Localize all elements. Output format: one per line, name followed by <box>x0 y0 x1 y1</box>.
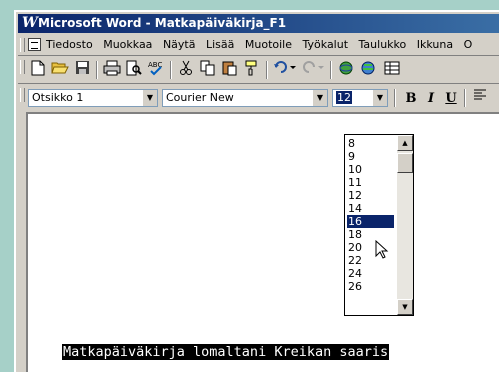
font-size-option[interactable]: 10 <box>347 163 394 176</box>
paste-icon[interactable] <box>220 60 240 80</box>
font-value: Courier New <box>166 91 234 104</box>
font-size-option[interactable]: 14 <box>347 202 394 215</box>
document-area[interactable]: Matkapäiväkirja lomaltani Kreikan saaris <box>26 112 499 372</box>
font-size-option[interactable]: 11 <box>347 176 394 189</box>
toolbar-grip[interactable] <box>20 60 25 74</box>
toolbar-separator <box>394 89 396 107</box>
menu-bar: Tiedosto Muokkaa Näytä Lisää Muotoile Ty… <box>18 35 499 56</box>
document-menu-icon[interactable] <box>28 38 41 51</box>
font-size-combobox[interactable]: 12 ▼ <box>332 89 388 107</box>
print-preview-icon[interactable] <box>124 60 144 80</box>
dropdown-scrollbar[interactable]: ▲ ▼ <box>397 135 413 315</box>
toolbar-separator <box>266 61 268 79</box>
font-size-option[interactable]: 12 <box>347 189 394 202</box>
menu-ikkuna[interactable]: Ikkuna <box>417 38 453 51</box>
font-size-dropdown-arrow-icon[interactable]: ▼ <box>373 90 387 106</box>
toolbar-separator <box>330 61 332 79</box>
font-dropdown-arrow-icon[interactable]: ▼ <box>313 90 327 106</box>
tables-borders-icon[interactable] <box>382 60 402 80</box>
word-app-icon[interactable]: W <box>22 15 38 31</box>
italic-button[interactable]: I <box>422 90 440 108</box>
font-size-option[interactable]: 8 <box>347 137 394 150</box>
menu-taulukko[interactable]: Taulukko <box>359 38 407 51</box>
mouse-cursor-icon <box>375 240 389 259</box>
save-icon[interactable] <box>72 60 92 80</box>
window-title: Microsoft Word - Matkapäiväkirja_F1 <box>38 16 287 30</box>
toolbar-separator <box>170 61 172 79</box>
word-window: W Microsoft Word - Matkapäiväkirja_F1 Ti… <box>14 10 499 372</box>
title-bar[interactable]: W Microsoft Word - Matkapäiväkirja_F1 <box>18 14 499 33</box>
scroll-down-icon[interactable]: ▼ <box>397 299 413 315</box>
align-left-icon[interactable] <box>470 88 490 108</box>
font-size-option[interactable]: 24 <box>347 267 394 280</box>
insert-hyperlink-icon[interactable] <box>336 60 356 80</box>
redo-icon[interactable] <box>300 60 326 80</box>
toolbar-separator <box>96 61 98 79</box>
menu-nayta[interactable]: Näytä <box>163 38 196 51</box>
font-size-option[interactable]: 26 <box>347 280 394 293</box>
menu-muokkaa[interactable]: Muokkaa <box>103 38 152 51</box>
font-size-dropdown-list[interactable]: 8 9 10 11 12 14 16 18 20 22 24 26 ▲ ▼ <box>344 134 414 316</box>
style-value: Otsikko 1 <box>32 91 84 104</box>
print-icon[interactable] <box>102 60 122 80</box>
menu-bar-grip[interactable] <box>20 38 25 52</box>
formatting-toolbar-grip[interactable] <box>20 88 25 102</box>
menu-muotoile[interactable]: Muotoile <box>245 38 292 51</box>
font-combobox[interactable]: Courier New ▼ <box>162 89 328 107</box>
menu-lisaa[interactable]: Lisää <box>206 38 234 51</box>
spelling-icon[interactable]: ABC <box>146 60 166 80</box>
font-size-option-selected[interactable]: 16 <box>347 215 394 228</box>
scroll-thumb[interactable] <box>397 153 413 173</box>
menu-ohje-partial[interactable]: O <box>464 38 473 51</box>
formatting-toolbar: Otsikko 1 ▼ Courier New ▼ 12 ▼ B I U <box>18 85 499 111</box>
new-document-icon[interactable] <box>28 60 48 80</box>
bold-button[interactable]: B <box>402 90 420 108</box>
document-heading-text[interactable]: Matkapäiväkirja lomaltani Kreikan saaris <box>62 344 390 360</box>
style-combobox[interactable]: Otsikko 1 ▼ <box>28 89 158 107</box>
copy-icon[interactable] <box>198 60 218 80</box>
cut-icon[interactable] <box>176 60 196 80</box>
menu-tyokalut[interactable]: Työkalut <box>303 38 349 51</box>
standard-toolbar: ABC <box>18 57 499 84</box>
menu-tiedosto[interactable]: Tiedosto <box>46 38 93 51</box>
font-size-value[interactable]: 12 <box>336 91 352 104</box>
underline-button[interactable]: U <box>442 90 460 108</box>
style-dropdown-arrow-icon[interactable]: ▼ <box>143 90 157 106</box>
undo-icon[interactable] <box>272 60 298 80</box>
toolbar-separator <box>464 89 466 107</box>
open-folder-icon[interactable] <box>50 60 70 80</box>
format-painter-icon[interactable] <box>242 60 262 80</box>
font-size-option[interactable]: 9 <box>347 150 394 163</box>
web-toolbar-icon[interactable] <box>358 60 378 80</box>
scroll-up-icon[interactable]: ▲ <box>397 135 413 151</box>
